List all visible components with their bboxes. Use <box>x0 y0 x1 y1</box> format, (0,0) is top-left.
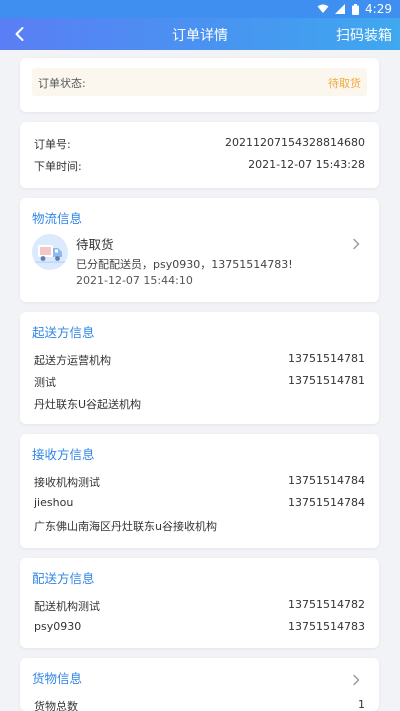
receiver-row: 接收机构测试 13751514784 <box>34 474 365 490</box>
logistics-desc: 已分配配送员，psy0930，13751514783! <box>76 258 293 271</box>
receiver-title: 接收方信息 <box>32 447 95 462</box>
logistics-card[interactable]: 物流信息 待取货 已分配配送员，psy0930，13751514783! 202… <box>20 198 379 302</box>
goods-total-row: 货物总数 1 <box>34 698 365 711</box>
order-no-value: 20211207154328814680 <box>225 136 365 149</box>
status-bar: 4:29 <box>0 0 400 18</box>
receiver-address-text: 广东佛山南海区丹灶联东u谷接收机构 <box>34 520 217 533</box>
order-no-row: 订单号: 20211207154328814680 <box>34 136 365 152</box>
sender-contact-name: 测试 <box>34 376 56 389</box>
receiver-address: 广东佛山南海区丹灶联东u谷接收机构 <box>34 518 365 534</box>
order-time-label: 下单时间: <box>34 160 82 173</box>
receiver-contact-phone: 13751514784 <box>288 496 365 509</box>
delivery-truck-icon <box>32 234 68 270</box>
sender-title: 起送方信息 <box>32 325 95 340</box>
order-status-value: 待取货 <box>328 77 361 90</box>
order-status-label: 订单状态: <box>38 77 86 90</box>
sender-row: 起送方运营机构 13751514781 <box>34 352 365 368</box>
sender-card: 起送方信息 起送方运营机构 13751514781 测试 13751514781… <box>20 312 379 424</box>
goods-total-value: 1 <box>358 698 365 711</box>
delivery-courier-phone: 13751514783 <box>288 620 365 633</box>
signal-icon <box>335 4 346 14</box>
delivery-row: psy0930 13751514783 <box>34 620 365 636</box>
delivery-org-name: 配送机构测试 <box>34 600 100 613</box>
receiver-org-name: 接收机构测试 <box>34 476 100 489</box>
order-info-card: 订单号: 20211207154328814680 下单时间: 2021-12-… <box>20 122 379 188</box>
battery-icon <box>352 3 360 15</box>
chevron-right-icon[interactable] <box>351 674 361 686</box>
scan-pack-button[interactable]: 扫码装箱 <box>336 25 392 45</box>
goods-title: 货物信息 <box>32 671 83 686</box>
logistics-time: 2021-12-07 15:44:10 <box>76 274 193 287</box>
order-time-value: 2021-12-07 15:43:28 <box>248 158 365 171</box>
chevron-right-icon[interactable] <box>351 238 361 250</box>
delivery-row: 配送机构测试 13751514782 <box>34 598 365 614</box>
sender-address: 丹灶联东U谷起送机构 <box>34 396 365 412</box>
wifi-icon <box>317 4 329 13</box>
sender-address-text: 丹灶联东U谷起送机构 <box>34 398 142 411</box>
receiver-org-phone: 13751514784 <box>288 474 365 487</box>
order-time-row: 下单时间: 2021-12-07 15:43:28 <box>34 158 365 174</box>
receiver-card: 接收方信息 接收机构测试 13751514784 jieshou 1375151… <box>20 434 379 548</box>
order-status-card: 订单状态: 待取货 <box>20 58 379 112</box>
order-status-bar: 订单状态: 待取货 <box>32 68 367 96</box>
sender-org-phone: 13751514781 <box>288 352 365 365</box>
sender-row: 测试 13751514781 <box>34 374 365 390</box>
logistics-title: 物流信息 <box>32 211 83 226</box>
sender-org-name: 起送方运营机构 <box>34 354 111 367</box>
nav-bar: 订单详情 扫码装箱 <box>0 18 400 50</box>
delivery-card: 配送方信息 配送机构测试 13751514782 psy0930 1375151… <box>20 558 379 648</box>
delivery-title: 配送方信息 <box>32 571 95 586</box>
delivery-org-phone: 13751514782 <box>288 598 365 611</box>
delivery-courier-name: psy0930 <box>34 620 82 633</box>
sender-contact-phone: 13751514781 <box>288 374 365 387</box>
order-no-label: 订单号: <box>34 138 71 151</box>
goods-card[interactable]: 货物信息 货物总数 1 <box>20 658 379 711</box>
logistics-status: 待取货 <box>76 237 114 252</box>
receiver-row: jieshou 13751514784 <box>34 496 365 512</box>
goods-total-label: 货物总数 <box>34 700 78 711</box>
receiver-contact-name: jieshou <box>34 496 74 509</box>
status-time: 4:29 <box>365 2 392 16</box>
